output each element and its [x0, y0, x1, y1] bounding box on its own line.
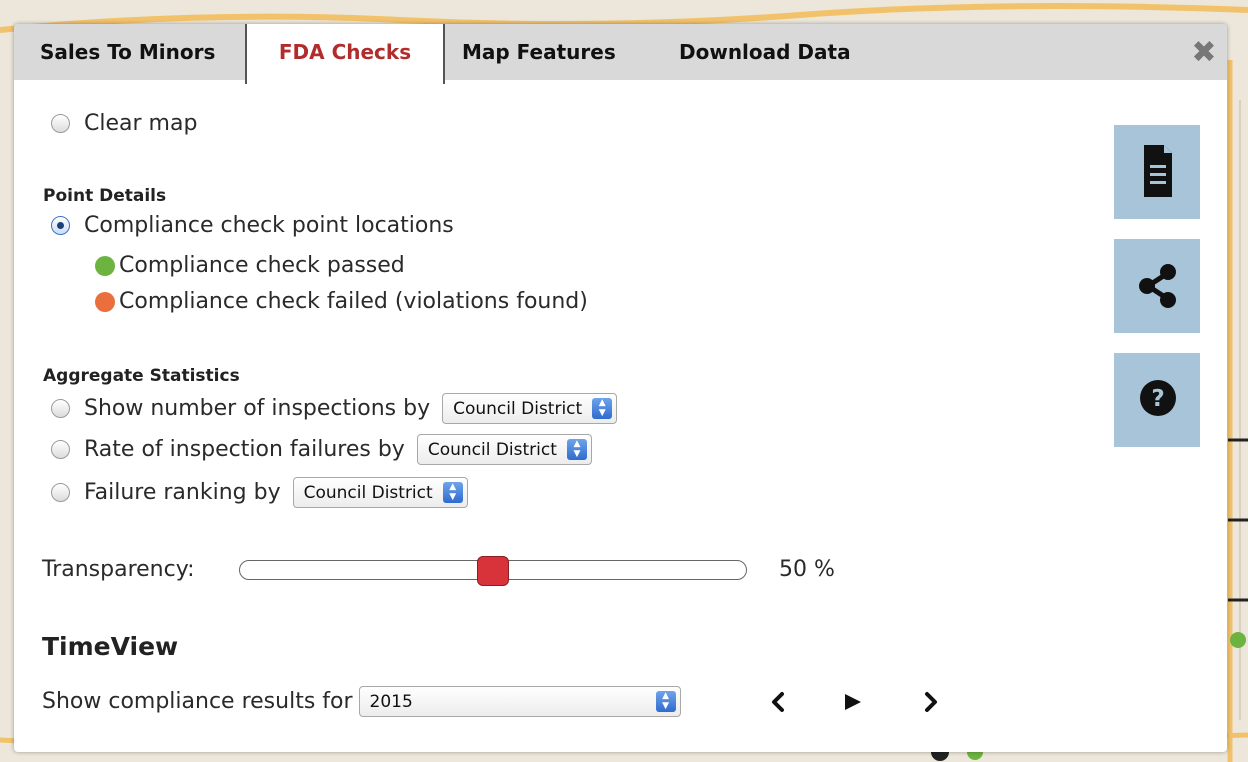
select-arrows-icon: ▲ ▼ [442, 482, 463, 503]
transparency-value-text: 50 % [779, 557, 835, 582]
aggregate-statistics-heading: Aggregate Statistics [43, 366, 240, 386]
select-arrows-icon: ▲ ▼ [655, 691, 676, 712]
transparency-value: 50 % [779, 557, 835, 582]
failure-rate-label: Rate of inspection failures by [84, 437, 405, 462]
orange-dot-icon [95, 291, 115, 312]
transparency-row: Transparency: [42, 557, 195, 582]
share-button[interactable] [1114, 239, 1200, 333]
help-icon: ? [1140, 380, 1176, 416]
inspections-radio[interactable] [51, 399, 70, 418]
clear-map-label: Clear map [84, 111, 198, 136]
play-icon[interactable] [840, 690, 864, 714]
svg-text:?: ? [1151, 386, 1164, 412]
tab-bar: Sales To Minors FDA Checks Map Features … [14, 24, 1227, 84]
aggregate-option-inspections[interactable]: Show number of inspections by Council Di… [51, 393, 618, 424]
timeview-heading: TimeView [42, 632, 179, 661]
tab-download-data[interactable]: Download Data [659, 24, 871, 80]
timeview-label: Show compliance results for [42, 689, 353, 714]
failure-ranking-select[interactable]: Council District ▲ ▼ [292, 477, 468, 508]
point-locations-label: Compliance check point locations [84, 213, 454, 238]
fda-checks-panel: Sales To Minors FDA Checks Map Features … [14, 24, 1227, 752]
year-select-value: 2015 [369, 691, 413, 712]
share-icon [1139, 264, 1176, 308]
inspections-select[interactable]: Council District ▲ ▼ [442, 393, 618, 424]
chevron-left-icon[interactable] [767, 690, 791, 714]
failure-rate-radio[interactable] [51, 440, 70, 459]
document-icon [1144, 145, 1172, 197]
inspections-label: Show number of inspections by [84, 396, 431, 421]
tab-map-features[interactable]: Map Features [442, 24, 636, 80]
failure-rate-select[interactable]: Council District ▲ ▼ [416, 434, 592, 465]
document-button[interactable] [1114, 125, 1200, 219]
aggregate-option-failure-rate[interactable]: Rate of inspection failures by Council D… [51, 434, 592, 465]
point-details-heading: Point Details [43, 186, 167, 206]
clear-map-option[interactable]: Clear map [51, 111, 197, 136]
select-arrows-icon: ▲ ▼ [566, 439, 587, 460]
close-icon[interactable]: ✖ [1189, 38, 1219, 68]
tab-sales-to-minors[interactable]: Sales To Minors [20, 24, 235, 80]
legend-failed-label: Compliance check failed (violations foun… [119, 289, 588, 314]
transparency-slider[interactable] [239, 556, 747, 586]
failure-ranking-radio[interactable] [51, 483, 70, 502]
select-arrows-icon: ▲ ▼ [592, 398, 613, 419]
slider-thumb[interactable] [477, 556, 509, 586]
green-dot-icon [95, 255, 115, 276]
failure-ranking-label: Failure ranking by [84, 480, 281, 505]
point-locations-radio[interactable] [51, 216, 70, 235]
legend-passed-label: Compliance check passed [119, 253, 405, 278]
chevron-right-icon[interactable] [918, 690, 942, 714]
clear-map-radio[interactable] [51, 114, 70, 133]
tab-fda-checks[interactable]: FDA Checks [245, 24, 445, 84]
aggregate-option-failure-ranking[interactable]: Failure ranking by Council District ▲ ▼ [51, 477, 468, 508]
point-locations-option[interactable]: Compliance check point locations [51, 213, 454, 238]
help-button[interactable]: ? [1114, 353, 1200, 447]
legend-passed: Compliance check passed [95, 253, 405, 278]
transparency-label: Transparency: [42, 557, 195, 582]
timeview-row: Show compliance results for 2015 ▲ ▼ [42, 686, 681, 717]
year-select[interactable]: 2015 ▲ ▼ [358, 686, 681, 717]
legend-failed: Compliance check failed (violations foun… [95, 289, 588, 314]
